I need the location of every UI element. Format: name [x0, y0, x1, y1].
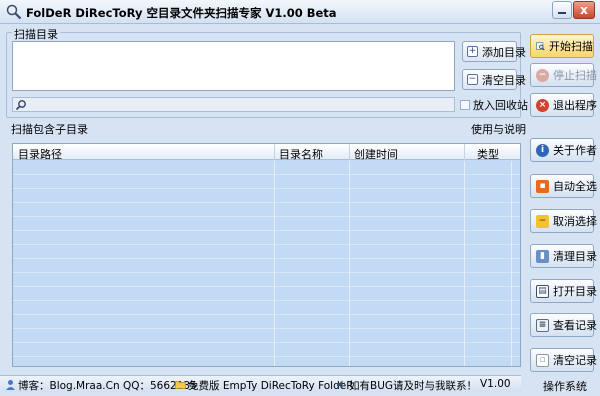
- table-header: 目录路径 目录名称 创建时间 类型: [13, 144, 520, 162]
- speaker-icon: [337, 380, 346, 389]
- column-gridline: [511, 161, 512, 366]
- select-all-label: 自动全选: [553, 180, 597, 193]
- recycle-bin-checkbox[interactable]: [460, 100, 470, 110]
- open-directory-label: 打开目录: [553, 285, 597, 298]
- add-directory-button[interactable]: + 添加目录: [462, 41, 526, 62]
- column-gridline: [274, 161, 275, 366]
- open-directory-button[interactable]: ▤ 打开目录: [530, 279, 597, 303]
- stop-icon: −: [536, 68, 549, 82]
- column-separator: [464, 144, 465, 160]
- clear-log-icon: ▫: [536, 353, 549, 367]
- column-gridline: [464, 161, 465, 366]
- column-header-type[interactable]: 类型: [477, 146, 499, 162]
- directory-list-box[interactable]: [12, 41, 455, 91]
- results-table[interactable]: 目录路径 目录名称 创建时间 类型: [12, 143, 521, 367]
- exit-button[interactable]: × 退出程序: [530, 93, 597, 117]
- clean-directory-label: 清理目录: [553, 250, 597, 263]
- about-author-label: 关于作者: [553, 144, 597, 157]
- column-gridline: [349, 161, 350, 366]
- window-title: FolDeR DiRecToRy 空目录文件夹扫描专家 V1.00 Beta: [26, 6, 337, 20]
- add-directory-label: 添加目录: [482, 45, 526, 59]
- edition-info: 免费版 EmpTy DiRecToRy FoldeR: [188, 380, 354, 392]
- info-icon: i: [536, 143, 549, 157]
- stop-scan-button[interactable]: − 停止扫描: [530, 63, 597, 87]
- scan-magnifier-icon: [536, 41, 545, 50]
- exit-icon: ×: [536, 98, 549, 112]
- status-bar: 博客：Blog.Mraa.Cn QQ：5662135 免费版 EmpTy DiR…: [0, 375, 521, 392]
- scan-directory-label: 扫描目录: [12, 26, 60, 42]
- view-log-label: 查看记录: [553, 319, 597, 332]
- view-log-button[interactable]: ≡ 查看记录: [530, 313, 597, 337]
- select-all-icon: ▪: [536, 179, 549, 193]
- deselect-label: 取消选择: [553, 215, 597, 228]
- start-scan-label: 开始扫描: [549, 40, 593, 53]
- include-subdirectories-label[interactable]: 扫描包含子目录: [11, 121, 88, 137]
- open-folder-icon: ▤: [536, 284, 549, 298]
- clear-directory-label: 清空目录: [482, 73, 526, 87]
- table-rows-area: [13, 161, 520, 366]
- select-all-button[interactable]: ▪ 自动全选: [530, 174, 597, 198]
- folder-icon: [175, 381, 186, 389]
- minus-icon: −: [467, 74, 478, 85]
- clear-directory-button[interactable]: − 清空目录: [462, 69, 526, 90]
- column-separator: [349, 144, 350, 160]
- plus-icon: +: [467, 46, 478, 57]
- trash-icon: ▮: [536, 249, 549, 263]
- start-scan-button[interactable]: 开始扫描: [530, 34, 594, 58]
- stop-scan-label: 停止扫描: [553, 69, 597, 82]
- bug-contact-info: 如有BUG请及时与我联系！: [349, 380, 478, 392]
- close-button[interactable]: x: [573, 1, 595, 19]
- clear-log-label: 清空记录: [553, 354, 597, 367]
- column-header-created[interactable]: 创建时间: [354, 146, 398, 162]
- deselect-button[interactable]: − 取消选择: [530, 209, 597, 233]
- recycle-bin-label: 放入回收站: [473, 99, 528, 112]
- clear-log-button[interactable]: ▫ 清空记录: [530, 348, 597, 372]
- app-magnifier-icon: [6, 4, 22, 20]
- exit-label: 退出程序: [553, 99, 597, 112]
- column-separator: [274, 144, 275, 160]
- deselect-icon: −: [536, 214, 549, 228]
- about-author-button[interactable]: i 关于作者: [530, 138, 597, 162]
- user-icon: [6, 380, 15, 390]
- view-log-icon: ≡: [536, 318, 549, 332]
- column-header-name[interactable]: 目录名称: [279, 146, 323, 162]
- version-label: V1.00: [480, 378, 511, 390]
- os-label: 操作系统: [543, 380, 587, 393]
- column-header-path[interactable]: 目录路径: [18, 146, 62, 162]
- help-link[interactable]: 使用与说明: [471, 121, 526, 137]
- path-input[interactable]: [12, 97, 455, 112]
- search-icon: [15, 100, 26, 111]
- minimize-button[interactable]: [552, 1, 572, 19]
- clean-directory-button[interactable]: ▮ 清理目录: [530, 244, 597, 268]
- blog-info[interactable]: 博客：Blog.Mraa.Cn QQ：5662135: [18, 378, 197, 393]
